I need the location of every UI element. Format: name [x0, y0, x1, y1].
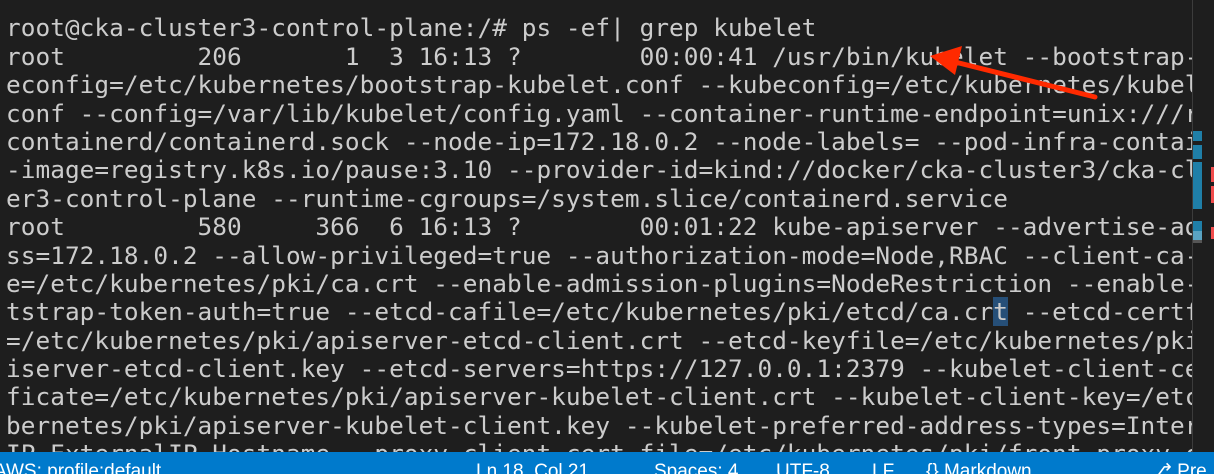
terminal-line: conf --config=/var/lib/kubelet/config.ya… — [6, 98, 1214, 128]
terminal-line: e=/etc/kubernetes/pki/ca.crt --enable-ad… — [6, 268, 1214, 298]
indentation-status[interactable]: Spaces: 4 — [654, 452, 739, 474]
terminal-line: root 580 366 6 16:13 ? 00:01:22 kube-api… — [6, 212, 1214, 242]
terminal-text: --etcd-certfile — [1022, 297, 1214, 327]
terminal-line: =/etc/kubernetes/pki/apiserver-etcd-clie… — [6, 325, 1214, 355]
overview-ruler-scrollbar[interactable] — [1193, 0, 1214, 452]
eol-status[interactable]: LF — [872, 452, 894, 474]
terminal-text: tstrap-token-auth=true --etcd-cafile=/et… — [6, 297, 994, 327]
terminal-line: containerd/containerd.sock --node-ip=172… — [6, 126, 1214, 156]
ruler-marker — [1193, 221, 1202, 231]
ruler-marker — [1193, 240, 1202, 243]
selected-text: t — [993, 297, 1008, 327]
ruler-marker — [1193, 145, 1202, 159]
ruler-marker — [1193, 162, 1202, 209]
terminal-line: bernetes/pki/apiserver-kubelet-client.ke… — [6, 410, 1214, 440]
language-mode-status[interactable]: {} Markdown — [926, 452, 1032, 474]
status-bar: AWS: profile:default Ln 18, Col 21 Space… — [0, 452, 1214, 474]
aws-profile-status[interactable]: AWS: profile:default — [0, 452, 161, 474]
terminal-line: iserver-etcd-client.key --etcd-servers=h… — [6, 354, 1214, 384]
terminal-line: ficate=/etc/kubernetes/pki/apiserver-kub… — [6, 382, 1214, 412]
terminal-line: -image=registry.k8s.io/pause:3.10 --prov… — [6, 155, 1214, 185]
prettier-status[interactable]: ⎇ Pre — [1150, 452, 1207, 474]
terminal-line: root 206 1 3 16:13 ? 00:00:41 /usr/bin/k… — [6, 41, 1214, 71]
terminal-line: er3-control-plane --runtime-cgroups=/sys… — [6, 183, 1008, 213]
terminal-line: econfig=/etc/kubernetes/bootstrap-kubele… — [6, 70, 1214, 100]
terminal-line: root@cka-cluster3-control-plane:/# ps -e… — [6, 13, 817, 43]
encoding-status[interactable]: UTF-8 — [776, 452, 830, 474]
ruler-marker — [1193, 231, 1202, 240]
terminal-line: ss=172.18.0.2 --allow-privileged=true --… — [6, 240, 1214, 270]
ruler-marker — [1193, 131, 1202, 141]
terminal-output[interactable]: root@cka-cluster3-control-plane:/# ps -e… — [6, 0, 1214, 469]
cursor-position-status[interactable]: Ln 18, Col 21 — [476, 452, 589, 474]
terminal-line: tstrap-token-auth=true --etcd-cafile=/et… — [6, 297, 1214, 327]
